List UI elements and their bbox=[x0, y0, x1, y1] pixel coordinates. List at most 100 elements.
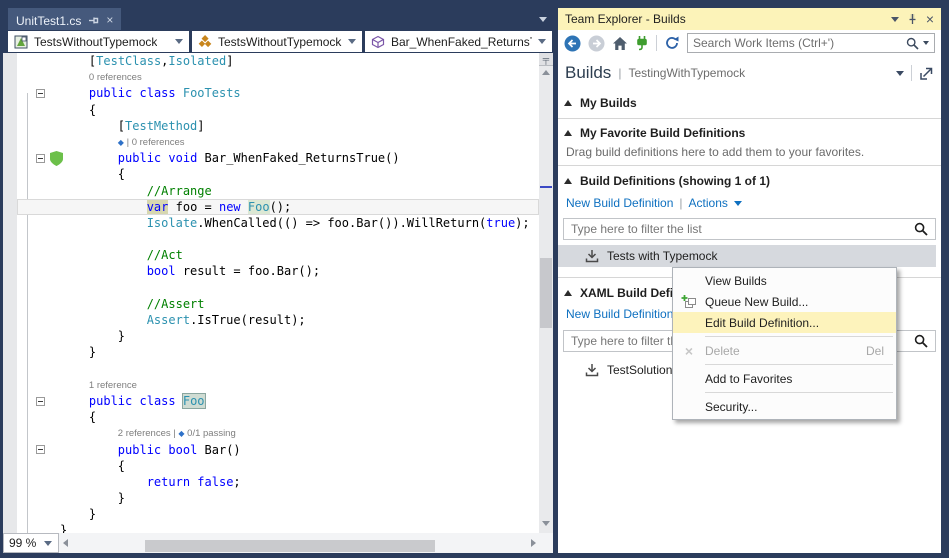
section-expander-icon[interactable] bbox=[564, 178, 572, 184]
project-dropdown[interactable]: TestsWithoutTypemock bbox=[8, 31, 189, 52]
collapse-region-icon[interactable] bbox=[36, 397, 45, 406]
code-line[interactable]: 0 references bbox=[17, 69, 539, 85]
code-line[interactable]: return false; bbox=[17, 474, 539, 490]
code-line[interactable]: Isolate.WhenCalled(() => foo.Bar()).Will… bbox=[17, 215, 539, 231]
search-icon[interactable] bbox=[906, 37, 919, 50]
code-line[interactable]: bool result = foo.Bar(); bbox=[17, 263, 539, 279]
scroll-right-arrow-icon[interactable] bbox=[531, 539, 536, 547]
collapse-region-icon[interactable] bbox=[36, 154, 45, 163]
horizontal-scrollbar-thumb[interactable] bbox=[145, 540, 435, 552]
code-line[interactable]: //Assert bbox=[17, 296, 539, 312]
build-definition-icon bbox=[585, 363, 599, 377]
code-line[interactable]: ◆ | 0 references bbox=[17, 134, 539, 150]
section-my-builds[interactable]: My Builds bbox=[558, 94, 941, 112]
typemock-shield-icon[interactable] bbox=[50, 151, 63, 166]
code-line[interactable]: } bbox=[17, 344, 539, 360]
undock-page-icon[interactable] bbox=[919, 66, 934, 81]
code-line[interactable]: public class FooTests bbox=[17, 85, 539, 101]
code-line[interactable]: { bbox=[17, 409, 539, 425]
close-icon[interactable]: × bbox=[926, 13, 934, 25]
menu-item-queue-new-build[interactable]: Queue New Build... bbox=[673, 291, 896, 312]
connect-plug-icon[interactable] bbox=[635, 35, 649, 51]
section-my-favorite-build-definitions[interactable]: My Favorite Build Definitions bbox=[558, 124, 941, 142]
section-title: My Builds bbox=[580, 96, 637, 110]
menu-item-view-builds[interactable]: View Builds bbox=[673, 270, 896, 291]
method-icon bbox=[371, 35, 385, 49]
code-editor[interactable]: [TestClass,Isolated]0 references public … bbox=[3, 53, 539, 533]
menu-item-shortcut: Del bbox=[866, 344, 896, 358]
document-tab[interactable]: UnitTest1.cs × bbox=[8, 8, 121, 30]
split-window-handle[interactable]: ╤ bbox=[539, 53, 553, 66]
header-separator: | bbox=[618, 66, 621, 80]
actions-chevron-icon[interactable] bbox=[734, 201, 742, 206]
code-line[interactable] bbox=[17, 361, 539, 377]
code-line[interactable]: } bbox=[17, 522, 539, 533]
code-line[interactable]: Assert.IsTrue(result); bbox=[17, 312, 539, 328]
code-line[interactable]: var foo = new Foo(); bbox=[17, 199, 539, 215]
back-button[interactable] bbox=[564, 35, 581, 52]
section-expander-icon[interactable] bbox=[564, 100, 572, 106]
menu-item-delete[interactable]: ×DeleteDel bbox=[673, 340, 896, 361]
build-definition-row-tests-with-typemock[interactable]: Tests with Typemock bbox=[558, 245, 936, 267]
scroll-up-arrow-icon[interactable] bbox=[542, 70, 550, 75]
tab-list-chevron-down-icon[interactable] bbox=[539, 17, 547, 22]
collapse-region-icon[interactable] bbox=[36, 89, 45, 98]
zoom-control[interactable]: 99 % bbox=[3, 533, 59, 553]
section-divider bbox=[558, 165, 941, 166]
code-line[interactable]: } bbox=[17, 328, 539, 344]
vertical-scrollbar-thumb[interactable] bbox=[540, 258, 552, 328]
method-dropdown-label: Bar_WhenFaked_ReturnsTru bbox=[391, 35, 532, 49]
build-definitions-filter-input[interactable]: Type here to filter the list bbox=[563, 218, 936, 240]
section-build-definitions[interactable]: Build Definitions (showing 1 of 1) bbox=[558, 172, 941, 190]
code-line[interactable]: } bbox=[17, 506, 539, 522]
menu-item-add-to-favorites[interactable]: Add to Favorites bbox=[673, 368, 896, 389]
code-line[interactable]: { bbox=[17, 166, 539, 182]
section-expander-icon[interactable] bbox=[564, 290, 572, 296]
scroll-down-arrow-icon[interactable] bbox=[542, 521, 550, 526]
editor-vertical-scrollbar[interactable]: ╤ bbox=[539, 53, 553, 533]
visual-studio-window: UnitTest1.cs × TestsWithoutTypemock bbox=[0, 0, 949, 558]
collapse-region-icon[interactable] bbox=[36, 445, 45, 454]
forward-button[interactable] bbox=[588, 35, 605, 52]
code-line[interactable]: 2 references | ◆ 0/1 passing bbox=[17, 425, 539, 441]
project-dropdown-label: TestsWithoutTypemock bbox=[34, 35, 157, 49]
filter-placeholder: Type here to filter the list bbox=[571, 222, 908, 236]
code-line[interactable] bbox=[17, 231, 539, 247]
scroll-left-arrow-icon[interactable] bbox=[63, 539, 68, 547]
search-options-chevron-icon[interactable] bbox=[923, 41, 929, 45]
code-line[interactable]: { bbox=[17, 458, 539, 474]
pages-chevron-down-icon[interactable] bbox=[896, 71, 904, 76]
refresh-button[interactable] bbox=[664, 35, 680, 51]
editor-bottom-bar: 99 % bbox=[3, 533, 553, 553]
home-button[interactable] bbox=[612, 36, 628, 51]
menu-item-edit-build-definition[interactable]: Edit Build Definition... bbox=[673, 312, 896, 333]
close-icon[interactable]: × bbox=[106, 15, 113, 26]
code-line[interactable]: //Arrange bbox=[17, 183, 539, 199]
pin-icon[interactable] bbox=[907, 13, 918, 25]
code-line[interactable]: public bool Bar() bbox=[17, 442, 539, 458]
favorites-hint-text: Drag build definitions here to add them … bbox=[566, 145, 936, 159]
menu-item-security[interactable]: Security... bbox=[673, 396, 896, 417]
horizontal-scrollbar[interactable] bbox=[73, 536, 525, 550]
code-line[interactable]: public class Foo bbox=[17, 393, 539, 409]
code-line[interactable]: public void Bar_WhenFaked_ReturnsTrue() bbox=[17, 150, 539, 166]
code-line[interactable]: 1 reference bbox=[17, 377, 539, 393]
pin-icon[interactable] bbox=[88, 15, 99, 26]
section-expander-icon[interactable] bbox=[564, 130, 572, 136]
code-line[interactable]: { bbox=[17, 102, 539, 118]
team-explorer-title-bar[interactable]: Team Explorer - Builds × bbox=[558, 8, 941, 30]
code-line[interactable]: [TestClass,Isolated] bbox=[17, 53, 539, 69]
code-line[interactable]: //Act bbox=[17, 247, 539, 263]
code-line[interactable]: [TestMethod] bbox=[17, 118, 539, 134]
new-build-definition-link[interactable]: New Build Definition bbox=[566, 196, 673, 210]
toolbar-separator bbox=[656, 35, 657, 51]
method-dropdown[interactable]: Bar_WhenFaked_ReturnsTru bbox=[365, 31, 552, 52]
scrollbar-caret-marker bbox=[540, 186, 552, 188]
code-line[interactable] bbox=[17, 280, 539, 296]
actions-link[interactable]: Actions bbox=[689, 196, 728, 210]
window-position-chevron-icon[interactable] bbox=[891, 17, 899, 22]
search-work-items-input[interactable]: Search Work Items (Ctrl+') bbox=[687, 33, 935, 53]
new-build-definition-link[interactable]: New Build Definition bbox=[566, 307, 673, 321]
code-line[interactable]: } bbox=[17, 490, 539, 506]
class-dropdown[interactable]: TestsWithoutTypemock.Fo bbox=[192, 31, 362, 52]
